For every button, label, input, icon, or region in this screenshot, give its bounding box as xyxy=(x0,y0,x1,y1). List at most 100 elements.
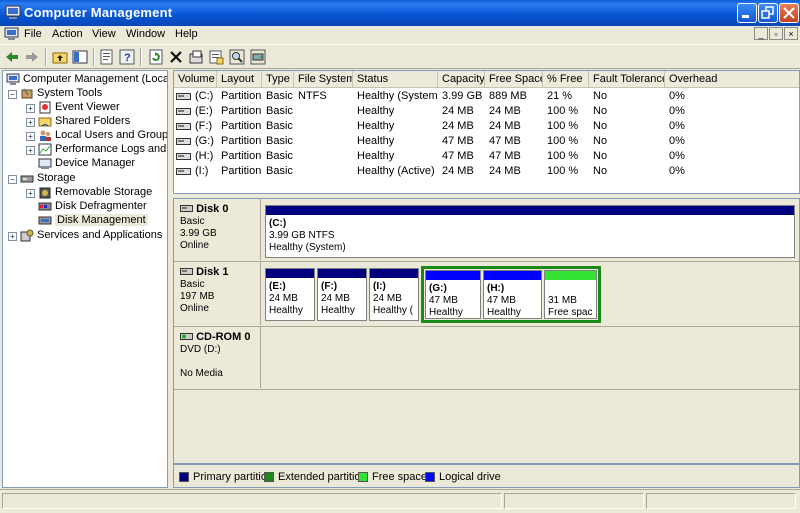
expand-performance-button[interactable]: + xyxy=(26,146,35,155)
cell-type: Basic xyxy=(266,90,293,102)
menu-action[interactable]: Action xyxy=(52,28,83,40)
properties-sheet-icon[interactable] xyxy=(188,49,204,65)
table-row[interactable]: (I:) Partition Basic Healthy (Active) 24 MB 2… xyxy=(174,164,799,179)
disk-1-status: Online xyxy=(180,303,209,314)
column-header-overhead[interactable]: Overhead xyxy=(665,71,799,88)
disk-0-info[interactable]: Disk 0 Basic 3.99 GB Online xyxy=(174,199,261,260)
partition-h-status: Healthy xyxy=(487,307,521,318)
tree-label: System Tools xyxy=(37,87,103,99)
performance-icon xyxy=(38,143,52,156)
cell-status: Healthy xyxy=(357,120,395,132)
expand-shared-folders-button[interactable]: + xyxy=(26,118,35,127)
tree-label: Removable Storage xyxy=(55,186,153,198)
cell-status: Healthy xyxy=(357,135,395,147)
cdrom-0-info[interactable]: CD-ROM 0 DVD (D:) No Media xyxy=(174,327,261,388)
forward-arrow-icon[interactable] xyxy=(24,49,40,65)
defragmenter-icon xyxy=(38,202,52,211)
partition-f[interactable]: (F:) 24 MB Healthy xyxy=(317,268,367,321)
partition-e[interactable]: (E:) 24 MB Healthy xyxy=(265,268,315,321)
cell-file-system xyxy=(294,105,353,119)
minimize-button[interactable] xyxy=(737,3,757,23)
partition-c-status: Healthy (System) xyxy=(269,242,346,253)
cell-type: Basic xyxy=(266,135,293,147)
mdi-restore-button[interactable]: ▫ xyxy=(769,27,783,40)
partition-i[interactable]: (I:) 24 MB Healthy ( xyxy=(369,268,419,321)
table-row[interactable]: (F:) Partition Basic Healthy 24 MB 24 MB 100 %… xyxy=(174,119,799,134)
cell-free-space: 24 MB xyxy=(489,105,521,117)
column-header-free-space[interactable]: Free Space xyxy=(485,71,543,88)
close-button[interactable] xyxy=(779,3,799,23)
expand-local-users-button[interactable]: + xyxy=(26,132,35,141)
legend-swatch xyxy=(425,472,435,482)
cell-file-system xyxy=(294,120,353,134)
disk-1-name: Disk 1 xyxy=(196,266,229,278)
menu-view[interactable]: View xyxy=(92,28,116,40)
mdi-close-button[interactable]: × xyxy=(784,27,798,40)
table-row[interactable]: (E:) Partition Basic Healthy 24 MB 24 MB 100 %… xyxy=(174,104,799,119)
menu-file[interactable]: File xyxy=(24,28,42,40)
logical-drive-g[interactable]: (G:) 47 MB Healthy xyxy=(425,270,481,319)
up-folder-icon[interactable] xyxy=(52,49,68,65)
disk-1-info[interactable]: Disk 1 Basic 197 MB Online xyxy=(174,262,261,325)
cell-capacity: 3.99 GB xyxy=(442,90,483,102)
expand-removable-storage-button[interactable]: + xyxy=(26,189,35,198)
cell-percent-free: 100 % xyxy=(547,105,579,117)
column-header-file-system[interactable]: File System xyxy=(294,71,353,88)
removable-storage-icon xyxy=(39,187,51,199)
partition-i-letter: (I:) xyxy=(373,281,386,292)
column-header-volume[interactable]: Volume xyxy=(174,71,217,88)
column-header-status[interactable]: Status xyxy=(353,71,438,88)
cell-fault-tolerance: No xyxy=(593,165,608,177)
cell-overhead: 0% xyxy=(669,90,685,102)
partition-i-status: Healthy ( xyxy=(373,305,414,316)
expand-event-viewer-button[interactable]: + xyxy=(26,104,35,113)
help-icon[interactable]: ? xyxy=(119,49,135,65)
cell-percent-free: 100 % xyxy=(547,120,579,132)
legend-swatch xyxy=(264,472,274,482)
cell-free-space: 24 MB xyxy=(489,165,521,177)
table-row[interactable]: (H:) Partition Basic Healthy 47 MB 47 MB 100 %… xyxy=(174,149,799,164)
column-header-fault-tolerance[interactable]: Fault Tolerance xyxy=(589,71,665,88)
collapse-system-tools-button[interactable]: − xyxy=(8,90,17,99)
delete-icon[interactable] xyxy=(168,49,184,65)
collapse-storage-button[interactable]: − xyxy=(8,175,17,184)
expand-services-button[interactable]: + xyxy=(8,232,17,241)
restore-button[interactable] xyxy=(758,3,778,23)
show-hide-tree-icon[interactable] xyxy=(72,49,88,65)
cell-percent-free: 100 % xyxy=(547,150,579,162)
properties-icon[interactable] xyxy=(99,49,115,65)
legend-label: Primary partition xyxy=(193,471,274,483)
mdi-minimize-button[interactable]: _ xyxy=(754,27,768,40)
column-header-type[interactable]: Type xyxy=(262,71,294,88)
hard-disk-icon xyxy=(180,205,193,212)
search-icon[interactable] xyxy=(229,49,245,65)
partition-f-status: Healthy xyxy=(321,305,355,316)
cell-fault-tolerance: No xyxy=(593,90,608,102)
drive-settings-icon[interactable] xyxy=(250,49,266,65)
cell-overhead: 0% xyxy=(669,150,685,162)
column-header-layout[interactable]: Layout xyxy=(217,71,262,88)
export-list-icon[interactable] xyxy=(208,49,224,65)
partition-e-status: Healthy xyxy=(269,305,303,316)
table-row[interactable]: (G:) Partition Basic Healthy 47 MB 47 MB 100 %… xyxy=(174,134,799,149)
logical-drive-h[interactable]: (H:) 47 MB Healthy xyxy=(483,270,542,319)
free-space-block[interactable]: 31 MB Free spac xyxy=(544,270,597,319)
status-segment xyxy=(504,493,644,509)
cell-overhead: 0% xyxy=(669,165,685,177)
menu-window[interactable]: Window xyxy=(126,28,165,40)
partition-c[interactable]: (C:) 3.99 GB NTFS Healthy (System) xyxy=(265,205,795,258)
back-arrow-icon[interactable] xyxy=(4,49,20,65)
cell-percent-free: 100 % xyxy=(547,135,579,147)
tree-label: Performance Logs and Alerts xyxy=(55,143,166,155)
tree-item-performance-logs[interactable]: Performance Logs and Alerts xyxy=(38,143,166,157)
menu-help[interactable]: Help xyxy=(175,28,198,40)
table-row[interactable]: (C:) Partition Basic NTFS Healthy (System) 3.… xyxy=(174,89,799,104)
column-header-percent-free[interactable]: % Free xyxy=(543,71,589,88)
system-tools-icon xyxy=(21,88,33,99)
status-bar xyxy=(0,489,800,513)
cell-overhead: 0% xyxy=(669,120,685,132)
refresh-icon[interactable] xyxy=(148,49,164,65)
column-header-capacity[interactable]: Capacity xyxy=(438,71,485,88)
document-menu-icon[interactable] xyxy=(4,27,19,41)
toolbar: ? xyxy=(0,44,800,69)
